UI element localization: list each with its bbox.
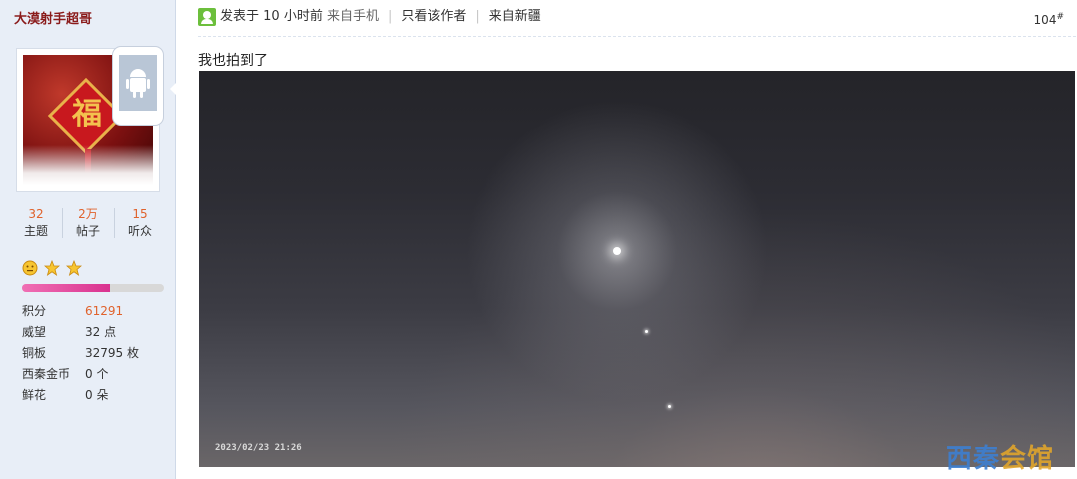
stat-followers[interactable]: 15 听众 (114, 206, 166, 242)
profile-value: 61291 (85, 304, 124, 318)
level-progress-fill (22, 284, 111, 292)
profile-label: 威望 (22, 325, 47, 339)
profile-value: 0 朵 (85, 388, 109, 402)
site-watermark: 西秦会馆 (946, 438, 1054, 475)
watermark-part1: 西秦 (946, 444, 1001, 474)
phone-screen (119, 55, 157, 111)
post-header: 发表于 10 小时前 来自手机 | 只看该作者 | 来自新疆 104# (198, 0, 1076, 37)
stat-topics-label: 主题 (23, 224, 48, 238)
mobile-android-icon (112, 46, 164, 126)
username-link[interactable]: 大漠射手超哥 (14, 8, 92, 27)
user-sidebar: 大漠射手超哥 福 32 主题 2万 帖子 15 听众 积分 61291 威望 3… (0, 0, 176, 479)
post-source: 来自手机 (326, 9, 379, 24)
profile-label: 西秦金币 (22, 367, 71, 381)
profile-row-flowers: 鲜花 0 朵 (22, 385, 172, 406)
meta-separator: | (475, 9, 480, 24)
post-body-text: 我也拍到了 (198, 53, 268, 69)
profile-row-gold: 西秦金币 0 个 (22, 364, 172, 385)
stat-topics-value: 32 (28, 207, 44, 221)
profile-row-points: 积分 61291 (22, 301, 172, 322)
stat-topics[interactable]: 32 主题 (10, 206, 62, 242)
profile-label: 鲜花 (22, 388, 47, 402)
smiley-icon (22, 260, 38, 276)
floor-number-link[interactable]: 104# (1034, 12, 1064, 27)
stat-posts-label: 帖子 (75, 224, 100, 238)
star-icon (43, 260, 60, 276)
planet-dot (668, 405, 671, 408)
fu-character-decoration: 福 (72, 97, 102, 132)
status-icon-head (203, 11, 211, 19)
star-icon (65, 260, 82, 276)
meta-separator: | (388, 9, 393, 24)
stat-posts-value: 2万 (78, 207, 98, 221)
profile-label: 积分 (22, 304, 47, 318)
post-photo[interactable]: 2023/02/23 21:26 (199, 71, 1075, 467)
profile-value: 32 点 (85, 325, 117, 339)
profile-value: 0 个 (85, 367, 109, 381)
only-author-link[interactable]: 只看该作者 (401, 9, 466, 24)
moon (613, 247, 621, 255)
level-progress-bar (22, 284, 164, 292)
profile-row-prestige: 威望 32 点 (22, 322, 172, 343)
online-status-icon (198, 8, 216, 26)
profile-value: 32795 枚 (85, 346, 139, 360)
photo-timestamp: 2023/02/23 21:26 (215, 443, 302, 453)
profile-label: 铜板 (22, 346, 47, 360)
snow-decoration (23, 145, 153, 185)
post-location: 来自新疆 (488, 9, 541, 24)
android-robot-icon (126, 69, 150, 98)
stat-followers-label: 听众 (127, 224, 152, 238)
rank-icons (22, 260, 84, 278)
post-time: 10 小时前 (263, 9, 323, 24)
status-icon-body (201, 19, 213, 24)
post-meta: 发表于 10 小时前 来自手机 | 只看该作者 | 来自新疆 (220, 8, 541, 26)
user-stats: 32 主题 2万 帖子 15 听众 (10, 206, 166, 242)
planet-dot (645, 330, 648, 333)
post-pointer-arrow (170, 82, 177, 96)
floor-number: 104 (1033, 13, 1057, 27)
floor-suffix: # (1056, 12, 1064, 22)
profile-row-coins: 铜板 32795 枚 (22, 343, 172, 364)
posted-prefix: 发表于 (220, 9, 260, 24)
stat-posts[interactable]: 2万 帖子 (62, 206, 114, 242)
stat-followers-value: 15 (132, 207, 148, 221)
watermark-part2: 会馆 (1000, 444, 1055, 474)
user-profile-fields: 积分 61291 威望 32 点 铜板 32795 枚 西秦金币 0 个 鲜花 … (22, 301, 172, 406)
